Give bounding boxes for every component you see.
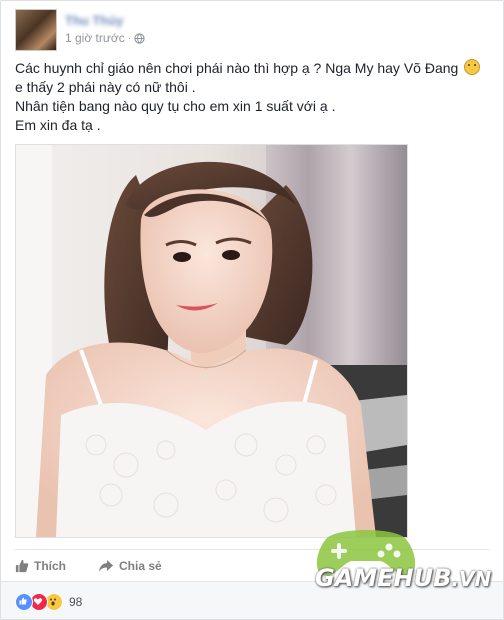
post-line-1: Các huynh chỉ giáo nên chơi phái nào thì… [15, 59, 491, 78]
post-line-3: Nhân tiện bang nào quy tụ cho em xin 1 s… [15, 98, 336, 114]
selfie-photo-illustration [16, 145, 407, 537]
like-label: Thích [34, 559, 66, 573]
gamehub-watermark: GAMEHUB.VN [309, 521, 499, 611]
reaction-count: 98 [69, 595, 83, 609]
like-icon [15, 593, 33, 611]
share-label: Chia sẻ [119, 559, 162, 573]
share-arrow-icon [99, 560, 113, 572]
share-button[interactable]: Chia sẻ [98, 559, 162, 573]
author-avatar[interactable] [15, 9, 57, 51]
author-name[interactable]: Thu Thủy [65, 13, 124, 28]
post-header: Thu Thủy 1 giờ trước · [15, 9, 485, 51]
watermark-brand: GAMEHUB [315, 564, 452, 592]
smile-emoji-icon [464, 59, 481, 75]
post-body: Các huynh chỉ giáo nên chơi phái nào thì… [15, 59, 491, 135]
thumbs-up-icon [15, 559, 29, 573]
globe-icon [134, 32, 145, 44]
privacy-dot: · [127, 32, 132, 44]
watermark-domain: .VN [451, 567, 492, 591]
watermark-text: GAMEHUB.VN [315, 564, 491, 592]
post-timestamp[interactable]: 1 giờ trước [65, 31, 125, 45]
facebook-post: Thu Thủy 1 giờ trước · Các huynh chỉ giá… [0, 0, 504, 620]
reaction-summary[interactable]: 98 [15, 593, 82, 611]
post-photo[interactable] [15, 144, 408, 538]
post-meta: 1 giờ trước · [65, 31, 145, 45]
post-line-4: Em xin đa tạ . [15, 117, 101, 133]
like-button[interactable]: Thích [15, 559, 66, 573]
post-line-2: e thấy 2 phái này có nữ thôi . [15, 79, 196, 95]
